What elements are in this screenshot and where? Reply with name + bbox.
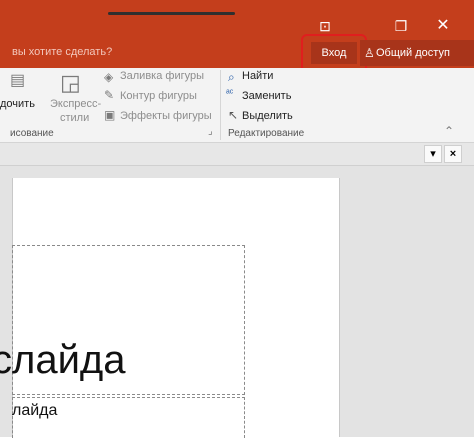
arrange-icon: ▤ [10, 72, 26, 89]
share-label: Общий доступ [376, 47, 450, 59]
share-button[interactable]: ♙ Общий доступ [360, 40, 474, 66]
pen-icon: ✎ [104, 88, 115, 102]
select-button[interactable]: Выделить [242, 110, 293, 122]
restore-icon[interactable]: ❐ [390, 16, 412, 36]
ribbon-display-icon[interactable]: ⊡ [314, 16, 336, 36]
editing-group-label: Редактирование [228, 128, 305, 139]
replace-icon: ᵃᶜ [226, 88, 234, 99]
arrange-button[interactable]: дочить [0, 98, 35, 110]
drawing-group-label: исование [10, 128, 54, 139]
paint-bucket-icon: ◈ [104, 70, 114, 84]
find-button[interactable]: Найти [242, 70, 273, 82]
quick-styles-icon: ◲ [60, 70, 81, 95]
cursor-icon: ↖ [228, 108, 239, 122]
slide-title-text: слайда [0, 338, 126, 382]
quick-styles-line2[interactable]: стили [60, 112, 89, 124]
shape-outline-button[interactable]: Контур фигуры [120, 90, 197, 102]
shape-fill-button[interactable]: Заливка фигуры [120, 70, 204, 82]
window-drag-handle[interactable] [108, 12, 235, 15]
dialog-launcher-icon[interactable]: ⌟ [208, 126, 213, 137]
collapse-ribbon-icon[interactable]: ⌃ [444, 124, 454, 138]
signin-button[interactable]: Вход [311, 42, 357, 64]
close-icon[interactable]: ✕ [432, 16, 454, 36]
find-icon: ⌕ [228, 70, 235, 84]
pane-options-button[interactable]: ▾ [424, 145, 442, 163]
replace-button[interactable]: Заменить [242, 90, 291, 102]
ribbon: ▤ дочить ◲ Экспресс- стили ◈ Заливка фиг… [0, 68, 474, 143]
ribbon-separator [220, 70, 221, 140]
person-icon: ♙ [364, 46, 375, 60]
pane-bar: ▾ × [0, 143, 474, 166]
effects-icon: ▣ [104, 108, 116, 122]
quick-styles-line1[interactable]: Экспресс- [50, 98, 101, 110]
slide-subtitle-text: лайда [12, 402, 58, 419]
tell-me-box[interactable]: вы хотите сделать? [12, 46, 112, 58]
shape-effects-button[interactable]: Эффекты фигуры [120, 110, 212, 122]
pane-close-button[interactable]: × [444, 145, 462, 163]
